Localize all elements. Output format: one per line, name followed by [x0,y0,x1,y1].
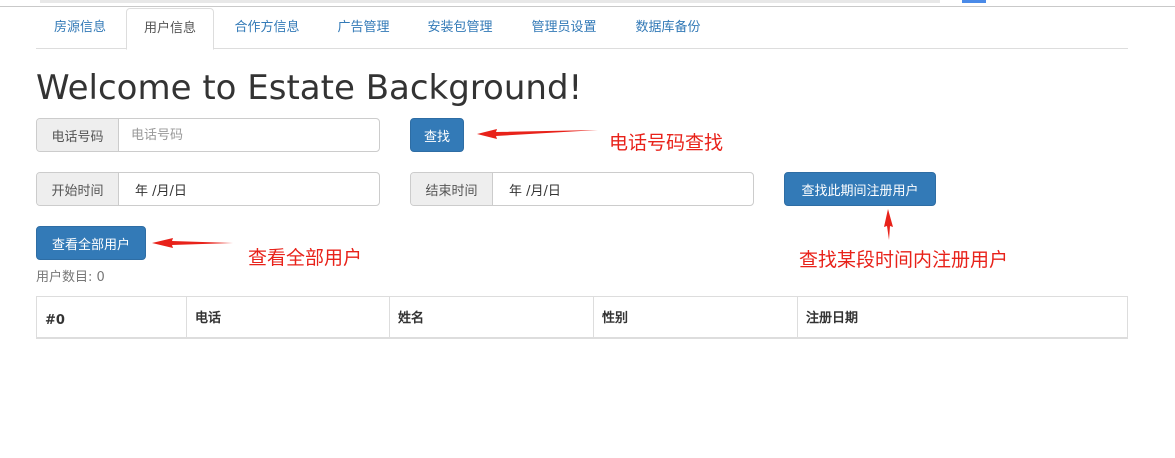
annotation-phone-search: 电话号码查找 [609,132,724,154]
arrow-left-icon [152,238,233,248]
tab-admin-settings[interactable]: 管理员设置 [514,8,614,49]
phone-addon: 电话号码 [37,119,119,151]
range-search-button[interactable]: 查找此期间注册用户 [784,172,936,206]
tab-packages[interactable]: 安装包管理 [410,8,510,49]
table-header-register-date: 注册日期 [806,311,859,326]
nav-tabs: 房源信息 用户信息 合作方信息 广告管理 安装包管理 管理员设置 数据库备份 [36,8,1128,50]
address-bar [40,0,940,3]
tab-db-backup[interactable]: 数据库备份 [618,8,718,49]
annotation-view-all: 查看全部用户 [248,247,363,269]
browser-accent [962,0,986,3]
phone-input-group: 电话号码 [36,118,380,152]
table-header-gender: 性别 [594,297,798,337]
browser-top-strip [0,0,1175,7]
end-date-input[interactable]: 年 /月/日 [493,173,753,205]
arrow-left-icon [477,129,598,139]
tab-partners[interactable]: 合作方信息 [218,8,316,49]
page-title: Welcome to Estate Background! [36,68,583,108]
end-date-addon: 结束时间 [411,173,493,205]
users-table: #0 电话 姓名 性别 注册日期 [36,296,1128,339]
view-all-users-button[interactable]: 查看全部用户 [36,226,146,260]
annotation-range-search: 查找某段时间内注册用户 [799,249,1009,271]
table-header-name: 姓名 [390,297,594,337]
tab-ads[interactable]: 广告管理 [321,8,406,49]
end-date-group: 结束时间 年 /月/日 [410,172,754,206]
tab-users[interactable]: 用户信息 [126,8,214,50]
start-date-input[interactable]: 年 /月/日 [119,173,379,205]
tab-listings[interactable]: 房源信息 [36,8,124,49]
table-header-phone: 电话 [187,297,390,337]
arrow-up-icon [884,209,893,240]
phone-search-button[interactable]: 查找 [410,118,464,152]
start-date-group: 开始时间 年 /月/日 [36,172,380,206]
phone-input[interactable] [119,119,379,151]
table-header-index: #0 [37,297,187,337]
start-date-addon: 开始时间 [37,173,119,205]
user-count: 用户数目: 0 [36,270,105,285]
